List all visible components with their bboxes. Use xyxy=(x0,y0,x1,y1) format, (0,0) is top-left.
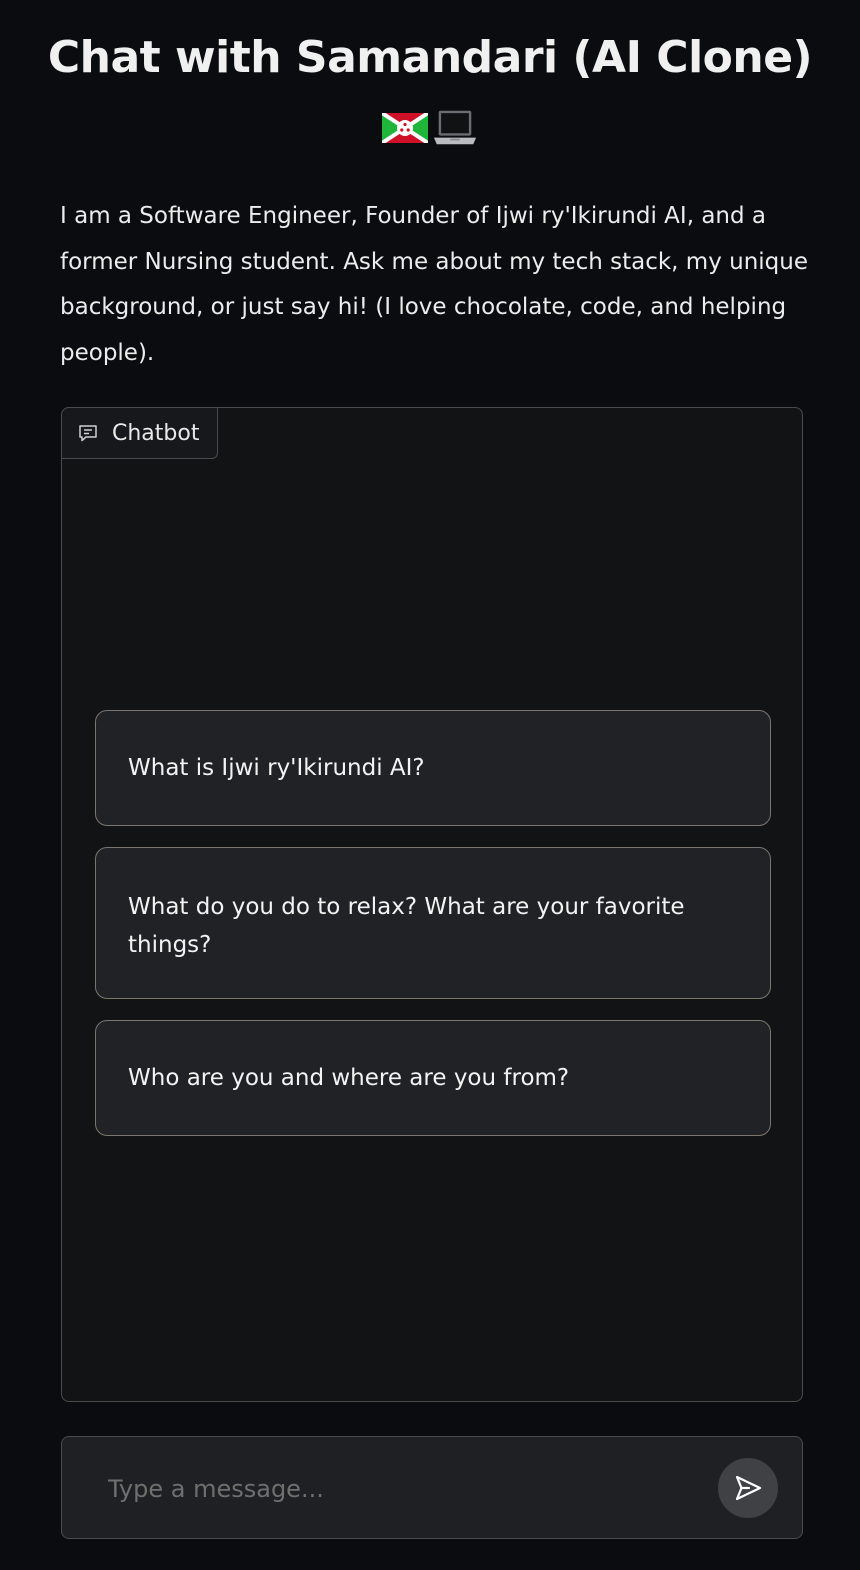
page-title: Chat with Samandari (AI Clone) xyxy=(47,32,813,83)
title-emojis xyxy=(0,98,860,158)
page: Chat with Samandari (AI Clone) I am a So… xyxy=(0,0,860,1570)
send-icon xyxy=(733,1473,763,1503)
burundi-flag-icon xyxy=(382,105,428,151)
example-prompt-1[interactable]: What is Ijwi ry'Ikirundi AI? xyxy=(95,710,771,826)
laptop-icon xyxy=(432,105,478,151)
example-prompt-3[interactable]: Who are you and where are you from? xyxy=(95,1020,771,1136)
chatbot-label: Chatbot xyxy=(61,407,219,459)
message-input[interactable] xyxy=(106,1463,690,1515)
chat-bubble-icon xyxy=(78,423,98,443)
message-composer xyxy=(61,1436,803,1539)
chatbot-panel: Chatbot What is Ijwi ry'Ikirundi AI? Wha… xyxy=(61,407,803,1402)
intro-description: I am a Software Engineer, Founder of Ijw… xyxy=(60,203,808,366)
example-prompt-2[interactable]: What do you do to relax? What are your f… xyxy=(95,847,771,999)
example-prompts: What is Ijwi ry'Ikirundi AI? What do you… xyxy=(95,710,771,1136)
send-button[interactable] xyxy=(718,1458,778,1518)
chatbot-label-text: Chatbot xyxy=(112,420,200,446)
